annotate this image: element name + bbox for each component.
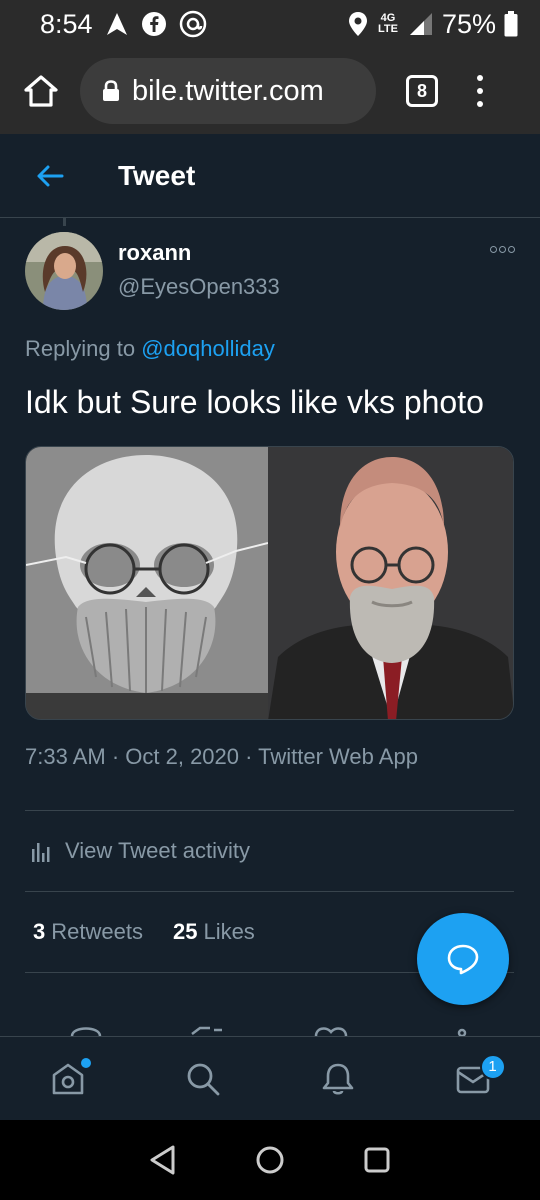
tab-switcher-button[interactable]: 8 — [406, 75, 438, 107]
bell-icon — [322, 1063, 353, 1095]
author-row: roxann @EyesOpen333 — [25, 232, 515, 310]
reply-mention-link[interactable]: @doqholliday — [141, 336, 275, 361]
address-bar[interactable]: bile.twitter.com — [80, 58, 376, 124]
home-tab-icon — [52, 1063, 83, 1094]
lock-icon — [103, 80, 119, 101]
more-vertical-icon[interactable] — [468, 72, 492, 110]
recents-square-icon[interactable] — [362, 1145, 392, 1175]
status-left: 8:54 — [40, 9, 207, 40]
battery-icon — [504, 11, 518, 37]
retweets-count: 3 — [33, 919, 46, 944]
likes-count: 25 — [172, 919, 198, 944]
bar-chart-icon — [31, 839, 51, 863]
tweet-actions-peek — [0, 1020, 540, 1036]
home-icon — [24, 75, 58, 107]
reply-prefix: Replying to — [25, 336, 136, 361]
media-image-skull[interactable] — [26, 447, 269, 719]
location-icon — [348, 11, 368, 37]
status-bar: 8:54 4G LTE 75% — [0, 0, 540, 48]
likes-stat[interactable]: 25 Likes — [173, 919, 255, 945]
tweet-timestamp: 7:33 AM · Oct 2, 2020 · Twitter Web App — [25, 744, 418, 769]
tweet: roxann @EyesOpen333 Replying to @doqholl… — [25, 232, 515, 973]
back-triangle-icon[interactable] — [148, 1144, 178, 1176]
avatar[interactable] — [25, 232, 103, 310]
author-handle[interactable]: @EyesOpen333 — [118, 274, 280, 300]
home-button[interactable] — [22, 72, 60, 110]
messages-badge: 1 — [479, 1053, 506, 1080]
back-button[interactable] — [20, 146, 80, 206]
compose-button[interactable] — [417, 913, 509, 1005]
view-activity-link[interactable]: View Tweet activity — [25, 811, 515, 891]
threads-icon — [179, 10, 207, 38]
home-circle-icon[interactable] — [254, 1144, 286, 1176]
activity-label: View Tweet activity — [65, 838, 251, 863]
author-name[interactable]: roxann — [118, 240, 280, 266]
network-type: 4G LTE — [377, 12, 398, 35]
media-image-portrait[interactable] — [268, 447, 513, 719]
facebook-icon — [141, 11, 167, 37]
page-title: Tweet — [118, 159, 196, 191]
system-navigation-bar — [0, 1120, 540, 1200]
battery-percent: 75% — [441, 8, 496, 39]
signal-icon — [408, 11, 434, 37]
clock: 8:54 — [40, 8, 93, 39]
browser-toolbar: bile.twitter.com 8 — [0, 48, 540, 134]
new-content-dot — [80, 1057, 91, 1068]
navigation-arrow-icon — [105, 11, 129, 37]
bottom-tab-bar: 1 — [0, 1036, 540, 1120]
tab-search[interactable] — [168, 1044, 238, 1114]
compose-icon — [447, 944, 479, 975]
reply-context: Replying to @doqholliday — [25, 336, 515, 362]
search-icon — [187, 1063, 219, 1095]
retweets-label: Retweets — [51, 919, 143, 944]
tab-home[interactable] — [33, 1044, 103, 1114]
retweets-stat[interactable]: 3 Retweets — [33, 919, 143, 945]
tab-messages[interactable]: 1 — [438, 1044, 508, 1114]
tab-notifications[interactable] — [303, 1044, 373, 1114]
back-arrow-icon — [37, 165, 64, 186]
tweet-media[interactable] — [25, 446, 514, 720]
thread-connector — [63, 218, 66, 226]
author-names: roxann @EyesOpen333 — [118, 240, 280, 300]
tweet-text: Idk but Sure looks like vks photo — [25, 384, 484, 420]
status-right: 4G LTE 75% — [348, 9, 518, 40]
likes-label: Likes — [203, 919, 255, 944]
url-text: bile.twitter.com — [132, 74, 324, 107]
app-header: Tweet — [0, 134, 540, 218]
more-horizontal-icon[interactable] — [490, 246, 515, 253]
